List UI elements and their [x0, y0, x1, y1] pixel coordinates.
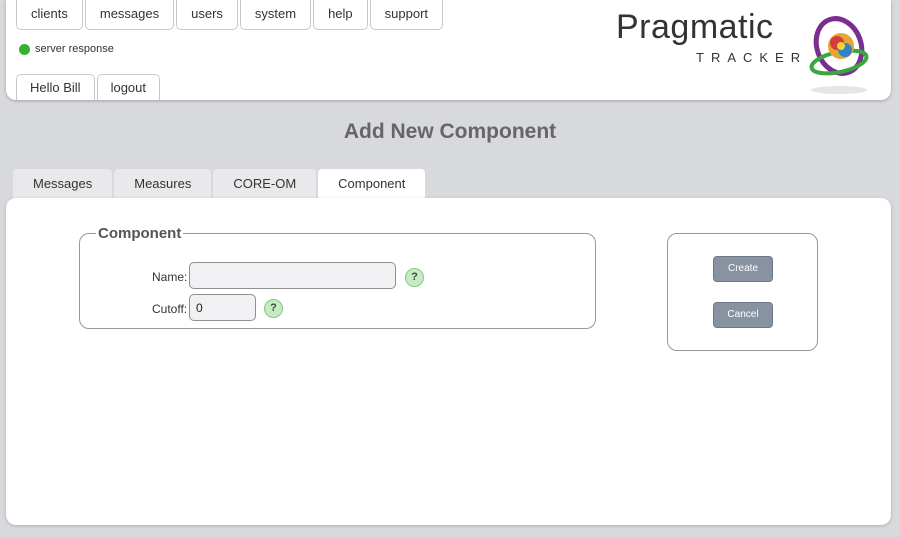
- logo: Pragmatic TRACKER: [616, 8, 876, 98]
- create-button[interactable]: Create: [713, 256, 773, 282]
- nav-clients[interactable]: clients: [16, 0, 83, 30]
- nav-help[interactable]: help: [313, 0, 368, 30]
- nav-support[interactable]: support: [369, 0, 444, 30]
- actions-box: Create Cancel: [667, 233, 818, 351]
- tab-measures[interactable]: Measures: [114, 169, 212, 198]
- nav-messages[interactable]: messages: [84, 0, 175, 30]
- component-legend: Component: [98, 225, 182, 242]
- logo-subtitle: TRACKER: [696, 50, 808, 65]
- status-text: server response: [35, 43, 114, 55]
- logout-button[interactable]: logout: [96, 74, 160, 100]
- cutoff-label: Cutoff:: [152, 302, 188, 316]
- name-input[interactable]: [189, 262, 396, 289]
- tab-bar: Messages Measures CORE-OM Component: [13, 169, 427, 198]
- name-label: Name:: [152, 270, 188, 284]
- cutoff-input[interactable]: [189, 294, 256, 321]
- page-title: Add New Component: [343, 120, 557, 143]
- server-status: server response: [19, 43, 114, 55]
- header: clients messages users system help suppo…: [6, 0, 891, 100]
- nav-users[interactable]: users: [176, 0, 238, 30]
- content-panel: Component Name: ? Cutoff: ? Create Cance…: [6, 198, 891, 525]
- cutoff-help-icon[interactable]: ?: [264, 299, 283, 318]
- logo-wordmark: Pragmatic: [616, 8, 774, 46]
- status-dot-icon: [19, 43, 30, 55]
- swirl-logo-icon: [809, 16, 869, 94]
- tab-core-om[interactable]: CORE-OM: [213, 169, 317, 198]
- top-nav: clients messages users system help suppo…: [16, 0, 445, 30]
- hello-user-button[interactable]: Hello Bill: [16, 74, 95, 100]
- tab-messages[interactable]: Messages: [13, 169, 113, 198]
- name-help-icon[interactable]: ?: [405, 268, 424, 287]
- nav-system[interactable]: system: [239, 0, 312, 30]
- cancel-button[interactable]: Cancel: [713, 302, 773, 328]
- component-fieldset: Component Name: ? Cutoff: ?: [79, 225, 596, 329]
- user-nav: Hello Bill logout: [16, 74, 162, 100]
- tab-component[interactable]: Component: [318, 169, 426, 198]
